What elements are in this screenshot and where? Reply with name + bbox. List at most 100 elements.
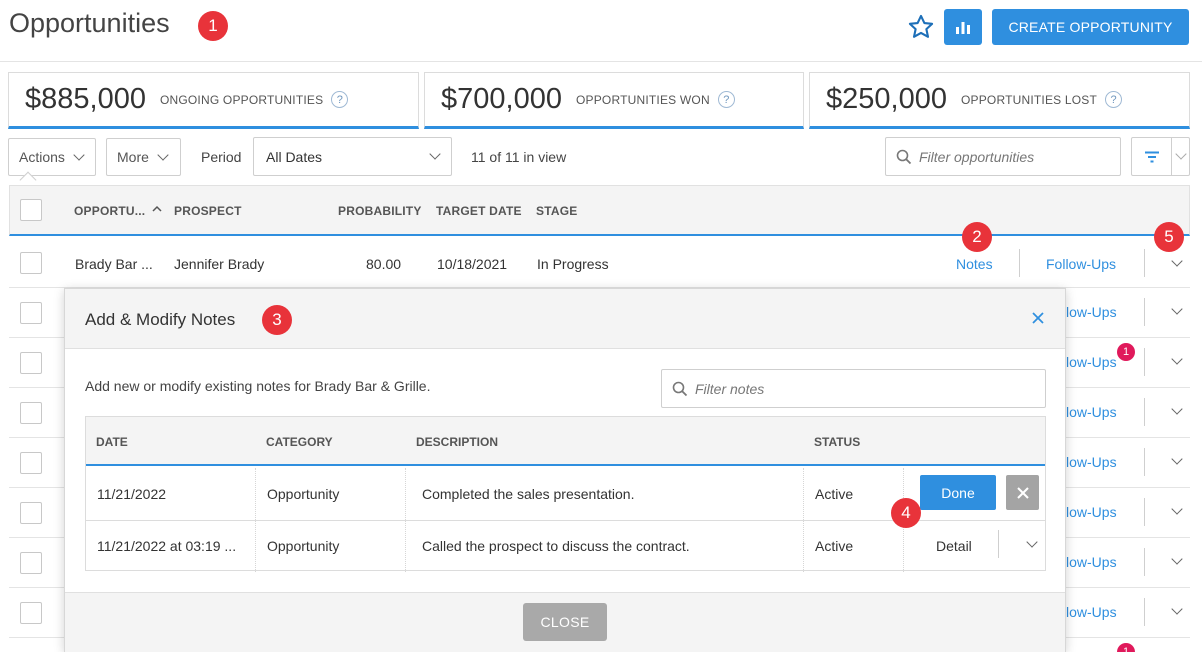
row-expand-chevron-icon[interactable] (1171, 303, 1183, 315)
row-probability: 80.00 (366, 256, 402, 272)
row-expand-chevron-icon[interactable] (1171, 255, 1183, 267)
row-target-date: 10/18/2021 (437, 256, 508, 272)
followups-count-badge: 1 (1117, 343, 1135, 361)
row-expand-chevron-icon[interactable] (1171, 403, 1183, 415)
notes-column-description[interactable]: DESCRIPTION (416, 435, 498, 449)
stat-amount: $250,000 (826, 83, 947, 115)
close-icon (1016, 486, 1029, 499)
separator (1144, 249, 1145, 277)
filter-notes-input[interactable]: Filter notes (661, 369, 1046, 408)
filter-toggle[interactable] (1132, 138, 1172, 175)
notes-modal: Add & Modify Notes 3 Add new or modify e… (64, 288, 1066, 652)
followups-link[interactable]: low-Ups (1066, 504, 1117, 520)
stat-card-lost: $250,000 OPPORTUNITIES LOST ? (809, 72, 1190, 129)
followups-link[interactable]: low-Ups (1066, 354, 1117, 370)
row-expand-chevron-icon[interactable] (1171, 353, 1183, 365)
row-prospect: Jennifer Brady (174, 256, 265, 272)
chevron-down-icon[interactable] (1175, 148, 1187, 160)
create-opportunity-button[interactable]: CREATE OPPORTUNITY (992, 9, 1189, 45)
actions-dropdown[interactable]: Actions (8, 138, 96, 176)
modal-description: Add new or modify existing notes for Bra… (85, 378, 431, 394)
more-label: More (117, 149, 149, 165)
stat-label: ONGOING OPPORTUNITIES (159, 92, 324, 107)
notes-column-date[interactable]: DATE (96, 435, 128, 449)
stat-label: OPPORTUNITIES LOST (960, 92, 1098, 107)
done-button[interactable]: Done (920, 475, 996, 510)
note-category: Opportunity (267, 538, 340, 554)
row-checkbox[interactable] (20, 402, 42, 424)
in-view-count: 11 of 11 in view (471, 149, 567, 165)
detail-link[interactable]: Detail (936, 538, 972, 554)
notes-column-status[interactable]: STATUS (814, 435, 860, 449)
modal-header: Add & Modify Notes 3 (65, 289, 1065, 349)
followups-link[interactable]: low-Ups (1066, 304, 1117, 320)
row-expand-chevron-icon[interactable] (1171, 603, 1183, 615)
row-checkbox[interactable] (20, 252, 42, 274)
column-target-date[interactable]: TARGET DATE (436, 204, 522, 218)
close-icon[interactable] (1029, 309, 1047, 327)
note-status: Active (815, 486, 854, 502)
row-checkbox[interactable] (20, 452, 42, 474)
separator (1144, 498, 1145, 526)
period-label: Period (201, 149, 242, 165)
separator (1144, 448, 1145, 476)
help-icon[interactable]: ? (331, 91, 349, 108)
followups-link[interactable]: low-Ups (1066, 604, 1117, 620)
help-icon[interactable]: ? (1105, 91, 1123, 108)
callout-badge-2: 2 (962, 222, 992, 252)
header-divider (0, 61, 1202, 62)
close-button[interactable]: CLOSE (523, 603, 607, 641)
chevron-down-icon (429, 148, 441, 160)
separator (1144, 598, 1145, 626)
cancel-edit-button[interactable] (1006, 475, 1039, 510)
note-date: 11/21/2022 at 03:19 ... (97, 538, 237, 554)
row-checkbox[interactable] (20, 602, 42, 624)
note-row-chevron-icon[interactable] (1026, 536, 1038, 548)
analytics-button[interactable] (944, 9, 982, 45)
favorite-star-button[interactable] (906, 12, 936, 42)
sort-ascending-icon[interactable] (151, 204, 163, 214)
notes-column-category[interactable]: CATEGORY (266, 435, 333, 449)
select-all-checkbox[interactable] (20, 199, 42, 221)
row-checkbox[interactable] (20, 552, 42, 574)
row-checkbox[interactable] (20, 302, 42, 324)
filter-notes-placeholder: Filter notes (695, 380, 765, 397)
column-prospect[interactable]: PROSPECT (174, 204, 242, 218)
column-probability[interactable]: PROBABILITY (338, 204, 422, 218)
callout-badge-1: 1 (198, 11, 228, 41)
row-checkbox[interactable] (20, 502, 42, 524)
note-category: Opportunity (267, 486, 340, 502)
callout-badge-3: 3 (262, 305, 292, 335)
more-dropdown[interactable]: More (106, 138, 181, 176)
chevron-down-icon (157, 148, 169, 161)
note-date: 11/21/2022 (97, 486, 167, 502)
separator (1144, 348, 1145, 376)
followups-link[interactable]: Follow-Ups (1046, 256, 1116, 272)
column-opportunity[interactable]: OPPORTU... (74, 204, 145, 218)
row-expand-chevron-icon[interactable] (1171, 453, 1183, 465)
stat-card-won: $700,000 OPPORTUNITIES WON ? (424, 72, 804, 129)
help-icon[interactable]: ? (717, 91, 735, 108)
row-opportunity[interactable]: Brady Bar ... (75, 256, 153, 272)
row-expand-chevron-icon[interactable] (1171, 553, 1183, 565)
separator (1144, 298, 1145, 326)
filter-options-button[interactable] (1131, 137, 1190, 176)
stat-card-ongoing: $885,000 ONGOING OPPORTUNITIES ? (8, 72, 419, 129)
note-status: Active (815, 538, 854, 554)
stat-label: OPPORTUNITIES WON (575, 92, 710, 107)
separator (1144, 548, 1145, 576)
chevron-down-icon (73, 148, 85, 161)
followups-link[interactable]: low-Ups (1066, 454, 1117, 470)
followups-link[interactable]: low-Ups (1066, 554, 1117, 570)
column-stage[interactable]: STAGE (536, 204, 577, 218)
separator (1019, 249, 1020, 277)
row-checkbox[interactable] (20, 352, 42, 374)
followups-count-badge: 1 (1117, 643, 1135, 652)
stat-amount: $885,000 (25, 83, 146, 115)
filter-lines-icon (1144, 151, 1159, 162)
followups-link[interactable]: low-Ups (1066, 404, 1117, 420)
filter-opportunities-input[interactable]: Filter opportunities (885, 137, 1121, 176)
row-expand-chevron-icon[interactable] (1171, 503, 1183, 515)
notes-link[interactable]: Notes (956, 256, 993, 272)
period-select[interactable]: All Dates (253, 137, 452, 176)
